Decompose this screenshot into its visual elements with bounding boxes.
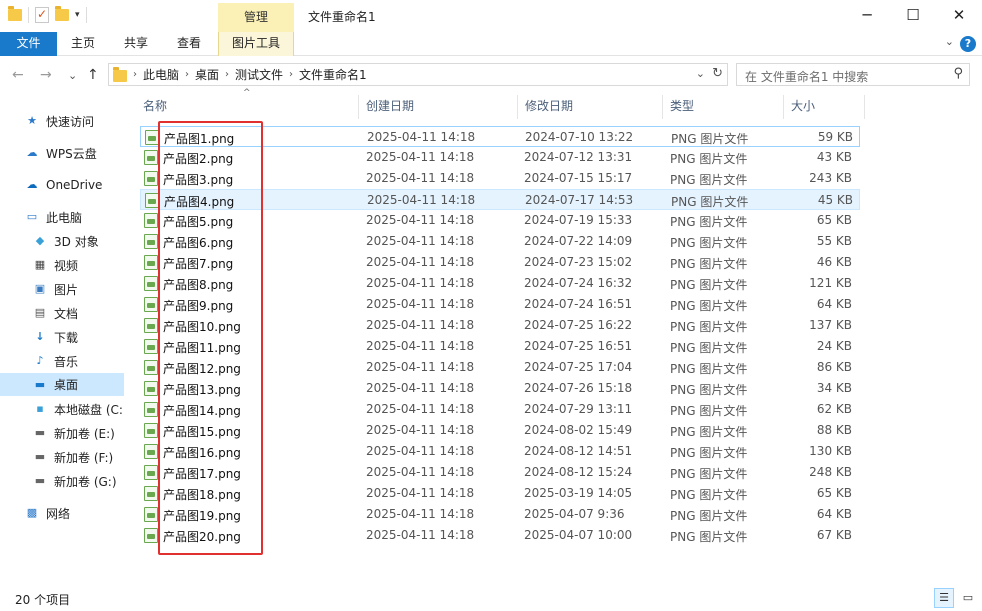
sidebar-item-pictures[interactable]: ▣ 图片 bbox=[0, 278, 124, 300]
sidebar-item-desktop[interactable]: ▬ 桌面 bbox=[0, 373, 124, 396]
sidebar-item-label: OneDrive bbox=[46, 178, 103, 192]
forward-button[interactable]: → bbox=[40, 67, 52, 83]
drive-icon: ▬ bbox=[34, 426, 46, 439]
sidebar-item-label: 本地磁盘 (C: bbox=[54, 402, 123, 417]
sidebar-item-documents[interactable]: ▤ 文档 bbox=[0, 302, 124, 324]
breadcrumb-this-pc[interactable]: 此电脑 bbox=[137, 66, 185, 83]
folder-icon bbox=[113, 66, 127, 82]
toolbar-divider bbox=[85, 7, 87, 23]
new-folder-icon[interactable] bbox=[55, 6, 69, 21]
column-header-size[interactable]: 大小 bbox=[785, 95, 865, 119]
drive-icon: ▬ bbox=[34, 474, 46, 487]
close-button[interactable]: ✕ bbox=[936, 0, 982, 32]
tab-share[interactable]: 共享 bbox=[113, 32, 159, 56]
sidebar-item-label: WPS云盘 bbox=[46, 146, 97, 161]
download-icon: ↓ bbox=[35, 330, 45, 343]
search-placeholder: 在 文件重命名1 中搜索 bbox=[745, 70, 869, 84]
ribbon-tabs: 文件 主页 共享 查看 图片工具 ⌄ ? bbox=[0, 32, 982, 56]
sidebar-item-videos[interactable]: ▦ 视频 bbox=[0, 254, 124, 276]
large-icons-view-button[interactable]: ▭ bbox=[958, 588, 978, 608]
customize-toolbar-dropdown-icon[interactable]: ▾ bbox=[75, 10, 80, 20]
sidebar-item-local-disk-c[interactable]: ▪ 本地磁盘 (C: bbox=[0, 398, 124, 420]
desktop-icon: ▬ bbox=[34, 377, 46, 391]
navigation-pane: ★ 快速访问 ☁ WPS云盘 ☁ OneDrive ▭ 此电脑 ◆ 3D 对象 … bbox=[0, 96, 124, 586]
sidebar-item-label: 网络 bbox=[46, 506, 71, 521]
tab-picture-tools[interactable]: 图片工具 bbox=[218, 32, 294, 56]
onedrive-icon: ☁ bbox=[26, 178, 38, 191]
sidebar-item-label: 下载 bbox=[54, 330, 79, 345]
sidebar-item-label: 此电脑 bbox=[46, 210, 83, 225]
breadcrumb-test-files[interactable]: 测试文件 bbox=[229, 66, 289, 83]
status-item-count: 20 个项目 bbox=[15, 593, 71, 607]
sidebar-item-this-pc[interactable]: ▭ 此电脑 bbox=[0, 206, 124, 228]
minimize-button[interactable]: ─ bbox=[844, 0, 890, 32]
document-icon: ▤ bbox=[34, 306, 46, 319]
tab-file[interactable]: 文件 bbox=[0, 32, 57, 56]
address-history-dropdown[interactable]: ⌄ bbox=[696, 67, 705, 80]
help-icon[interactable]: ? bbox=[960, 36, 976, 52]
folder-icon[interactable] bbox=[8, 6, 22, 21]
cube-icon: ◆ bbox=[35, 234, 45, 247]
drive-icon: ▬ bbox=[34, 450, 46, 463]
search-input[interactable]: 在 文件重命名1 中搜索 ⚲ bbox=[736, 63, 970, 86]
sidebar-item-downloads[interactable]: ↓ 下载 bbox=[0, 326, 124, 348]
music-icon: ♪ bbox=[36, 354, 44, 367]
sidebar-item-volume-f[interactable]: ▬ 新加卷 (F:) bbox=[0, 446, 124, 468]
sidebar-item-3d-objects[interactable]: ◆ 3D 对象 bbox=[0, 230, 124, 252]
collapse-ribbon-icon[interactable]: ⌄ bbox=[945, 35, 954, 48]
column-header-name[interactable]: 名称 bbox=[137, 95, 359, 119]
explorer-window: ▾ 管理 文件重命名1 ─ ☐ ✕ 文件 主页 共享 查看 图片工具 ⌄ ? ←… bbox=[0, 0, 982, 611]
sidebar-item-onedrive[interactable]: ☁ OneDrive bbox=[0, 174, 124, 196]
sidebar-item-wps-cloud[interactable]: ☁ WPS云盘 bbox=[0, 142, 124, 164]
sidebar-item-label: 图片 bbox=[54, 282, 79, 297]
star-icon: ★ bbox=[27, 114, 37, 127]
sidebar-item-label: 音乐 bbox=[54, 354, 79, 369]
up-button[interactable]: ↑ bbox=[87, 67, 99, 83]
sidebar-item-label: 新加卷 (E:) bbox=[54, 426, 115, 441]
drive-icon: ▪ bbox=[36, 402, 44, 415]
sidebar-item-volume-g[interactable]: ▬ 新加卷 (G:) bbox=[0, 470, 124, 492]
column-header-created[interactable]: 创建日期 bbox=[360, 95, 518, 119]
sidebar-item-label: 快速访问 bbox=[46, 114, 95, 129]
sidebar-item-label: 视频 bbox=[54, 258, 79, 273]
title-bar: ▾ 管理 文件重命名1 ─ ☐ ✕ bbox=[0, 0, 982, 32]
sidebar-item-label: 新加卷 (F:) bbox=[54, 450, 114, 465]
sidebar-item-label: 新加卷 (G:) bbox=[54, 474, 117, 489]
search-icon[interactable]: ⚲ bbox=[953, 66, 963, 81]
maximize-button[interactable]: ☐ bbox=[890, 0, 936, 32]
column-header-modified[interactable]: 修改日期 bbox=[519, 95, 663, 119]
address-bar[interactable]: › 此电脑 › 桌面 › 测试文件 › 文件重命名1 ⌄ ↻ bbox=[108, 63, 728, 86]
tab-home[interactable]: 主页 bbox=[60, 32, 106, 56]
manage-contextual-tab[interactable]: 管理 bbox=[218, 3, 294, 32]
network-icon: ▩ bbox=[26, 506, 38, 519]
sidebar-item-label: 文档 bbox=[54, 306, 79, 321]
highlight-box bbox=[158, 121, 263, 555]
sidebar-item-volume-e[interactable]: ▬ 新加卷 (E:) bbox=[0, 422, 124, 444]
details-view-button[interactable]: ☰ bbox=[934, 588, 954, 608]
sidebar-item-music[interactable]: ♪ 音乐 bbox=[0, 350, 124, 372]
sidebar-item-label: 桌面 bbox=[54, 378, 79, 392]
quick-access-toolbar: ▾ bbox=[8, 6, 87, 23]
computer-icon: ▭ bbox=[26, 210, 38, 223]
tab-view[interactable]: 查看 bbox=[166, 32, 212, 56]
picture-icon: ▣ bbox=[34, 282, 46, 295]
sidebar-item-network[interactable]: ▩ 网络 bbox=[0, 502, 124, 524]
video-icon: ▦ bbox=[34, 258, 46, 271]
refresh-button[interactable]: ↻ bbox=[712, 66, 723, 81]
column-header-type[interactable]: 类型 bbox=[664, 95, 784, 119]
sidebar-item-label: 3D 对象 bbox=[54, 234, 99, 249]
back-button[interactable]: ← bbox=[12, 67, 24, 83]
sidebar-item-quick-access[interactable]: ★ 快速访问 bbox=[0, 110, 124, 132]
properties-icon[interactable] bbox=[35, 7, 49, 23]
breadcrumb-desktop[interactable]: 桌面 bbox=[189, 66, 225, 83]
breadcrumb-current-folder[interactable]: 文件重命名1 bbox=[293, 66, 373, 83]
toolbar-divider bbox=[28, 7, 29, 23]
recent-locations-dropdown[interactable]: ⌄ bbox=[68, 69, 77, 82]
window-title: 文件重命名1 bbox=[308, 10, 376, 24]
cloud-icon: ☁ bbox=[26, 146, 38, 159]
